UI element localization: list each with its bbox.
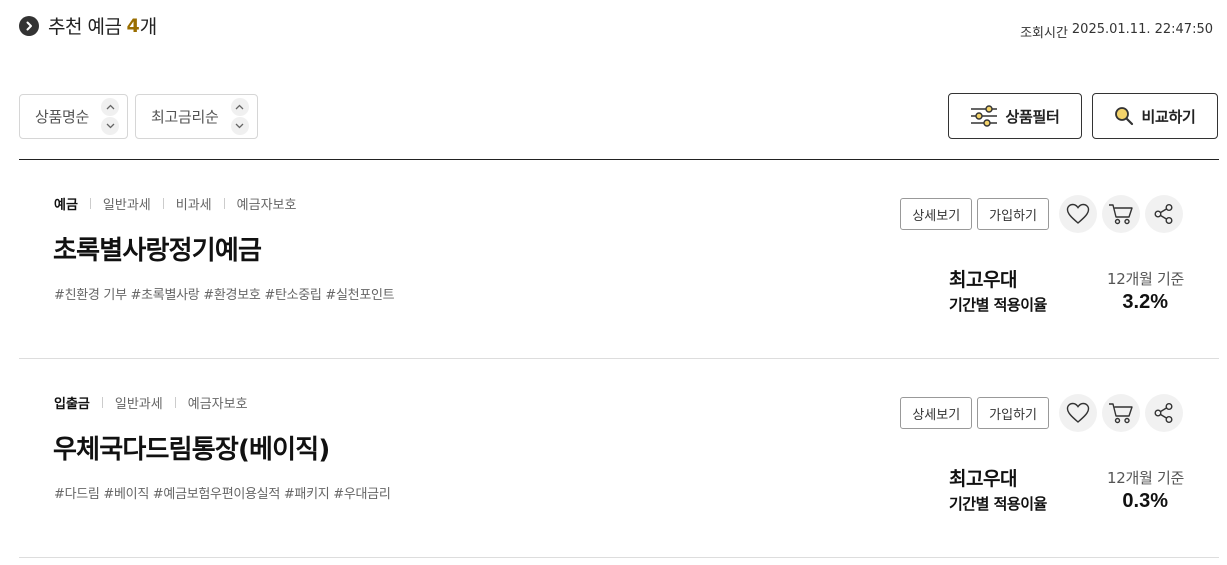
sort-by-name-button[interactable]: 상품명순 xyxy=(19,94,129,139)
product-count-unit: 개 xyxy=(139,16,158,38)
share-icon[interactable] xyxy=(1145,394,1183,432)
rate-subtitle: 기간별 적용이율 xyxy=(949,495,1047,513)
cart-icon[interactable] xyxy=(1102,394,1140,432)
chevron-down-icon[interactable] xyxy=(230,117,249,135)
rate-value: 3.2% xyxy=(1122,291,1168,313)
sort-label: 최고금리순 xyxy=(151,108,219,126)
product-hashtags: #친환경 기부 #초록별사랑 #환경보호 #탄소중립 #실천포인트 xyxy=(54,288,395,303)
tag-separator xyxy=(162,198,164,209)
inquiry-time: 조회시간 2025.01.11. 22:47:50 xyxy=(1020,22,1213,41)
compare-button[interactable]: 비교하기 xyxy=(1092,93,1218,139)
product-tag: 일반과세 xyxy=(102,198,151,213)
chevron-up-icon[interactable] xyxy=(101,98,120,116)
card-buttons: 상세보기 가입하기 xyxy=(900,195,1183,233)
inquiry-time-label: 조회시간 xyxy=(1020,26,1068,41)
product-tags: 입출금 일반과세 예금자보호 xyxy=(54,393,248,412)
tag-separator xyxy=(174,397,176,408)
share-icon[interactable] xyxy=(1145,195,1183,233)
sort-options: 상품명순 최고금리순 xyxy=(19,94,258,139)
sort-arrows xyxy=(230,98,249,135)
product-hashtags: #다드림 #베이직 #예금보험우편이용실적 #패키지 #우대금리 xyxy=(54,487,391,502)
product-count: 4 xyxy=(126,14,140,37)
rate-basis: 12개월 기준 xyxy=(1107,469,1184,487)
detail-button[interactable]: 상세보기 xyxy=(900,397,973,429)
sort-by-rate-button[interactable]: 최고금리순 xyxy=(135,94,258,139)
rate-basis: 12개월 기준 xyxy=(1107,270,1184,288)
chevron-up-icon[interactable] xyxy=(230,98,249,116)
product-tags: 예금 일반과세 비과세 예금자보호 xyxy=(54,194,296,213)
tag-separator xyxy=(101,397,103,408)
product-filter-button[interactable]: 상품필터 xyxy=(948,93,1082,139)
chevron-down-icon[interactable] xyxy=(101,117,120,135)
action-buttons: 상품필터 비교하기 xyxy=(948,93,1218,139)
product-type-tag: 예금 xyxy=(54,198,78,213)
rate-subtitle: 기간별 적용이율 xyxy=(949,296,1047,314)
product-type-tag: 입출금 xyxy=(54,397,90,412)
card-buttons: 상세보기 가입하기 xyxy=(900,394,1183,432)
rate-value: 0.3% xyxy=(1122,490,1168,512)
sort-arrows xyxy=(101,98,120,135)
section-title: 추천 예금 xyxy=(48,16,122,38)
product-card: 예금 일반과세 비과세 예금자보호 초록별사랑정기예금 #친환경 기부 #초록별… xyxy=(19,160,1219,359)
section-header: 추천 예금 4 개 xyxy=(19,12,157,39)
join-button[interactable]: 가입하기 xyxy=(977,397,1049,429)
sort-label: 상품명순 xyxy=(35,108,90,126)
product-card: 입출금 일반과세 예금자보호 우체국다드림통장(베이직) #다드림 #베이직 #… xyxy=(19,359,1219,558)
inquiry-time-value: 2025.01.11. 22:47:50 xyxy=(1071,22,1213,37)
heart-icon[interactable] xyxy=(1059,394,1097,432)
product-name-link[interactable]: 우체국다드림통장(베이직) xyxy=(53,429,330,466)
heart-icon[interactable] xyxy=(1059,195,1097,233)
tag-separator xyxy=(89,198,91,209)
product-tag: 비과세 xyxy=(175,198,212,213)
compare-label: 비교하기 xyxy=(1141,107,1196,126)
tag-separator xyxy=(223,198,225,209)
product-tag: 예금자보호 xyxy=(187,397,248,412)
product-tag: 예금자보호 xyxy=(236,198,297,213)
product-filter-label: 상품필터 xyxy=(1005,107,1060,126)
rate-title: 최고우대 xyxy=(949,269,1017,291)
chevron-right-circle-icon xyxy=(19,15,39,36)
rate-title: 최고우대 xyxy=(949,468,1017,490)
product-tag: 일반과세 xyxy=(114,397,163,412)
detail-button[interactable]: 상세보기 xyxy=(900,198,973,230)
join-button[interactable]: 가입하기 xyxy=(977,198,1049,230)
product-name-link[interactable]: 초록별사랑정기예금 xyxy=(53,230,262,267)
sliders-icon xyxy=(970,105,998,127)
cart-icon[interactable] xyxy=(1102,195,1140,233)
magnifier-icon xyxy=(1114,106,1134,126)
